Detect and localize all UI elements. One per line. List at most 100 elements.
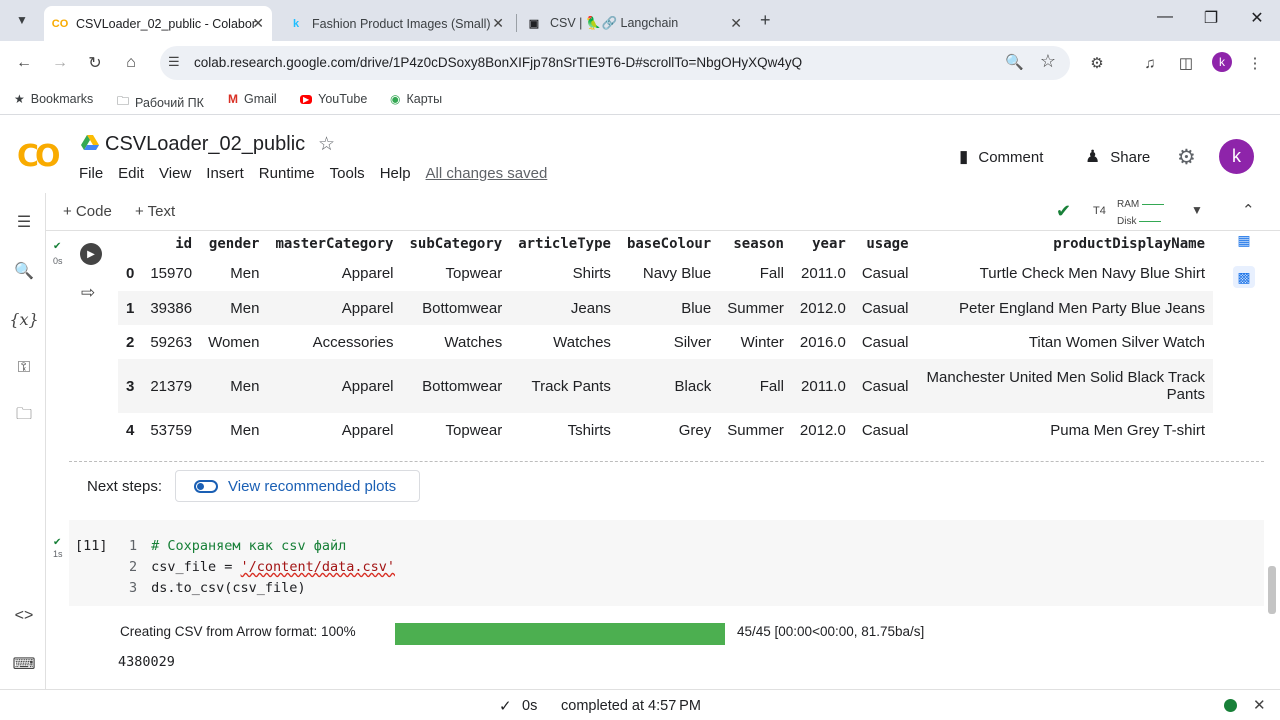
menu-file[interactable]: File [79, 165, 103, 182]
table-of-contents-icon[interactable]: ☰ [12, 210, 36, 234]
command-palette-icon[interactable]: ⌨ [12, 652, 36, 676]
add-text-button[interactable]: + Text [135, 203, 175, 220]
forward-icon[interactable]: → [48, 51, 72, 75]
table-cell: Grey [678, 421, 712, 439]
add-code-button[interactable]: + Code [63, 203, 112, 220]
bookmark-item[interactable]: 🗀 Рабочий ПК [117, 92, 204, 113]
tab-title: Fashion Product Images (Small) [312, 16, 491, 31]
close-status-icon[interactable]: ✕ [1253, 696, 1266, 714]
folder-icon: 🗀 [117, 94, 130, 108]
tab-langchain[interactable]: ▣ CSV | 🦜🔗 Langchain ✕ [518, 6, 750, 41]
column-header: masterCategory [275, 235, 394, 252]
toggle-icon [194, 479, 218, 493]
collapse-header-icon[interactable]: ⌃ [1242, 201, 1255, 219]
files-folder-icon[interactable]: 🗀 [12, 404, 36, 428]
table-cell: Puma Men Grey T-shirt [1050, 421, 1205, 439]
colab-logo[interactable]: CO [17, 139, 60, 174]
gmail-icon: M [228, 92, 238, 106]
status-duration: 0s [522, 698, 538, 714]
table-row: 3 21379 Men Apparel Bottomwear Track Pants Bla… [118, 359, 1213, 413]
bookmark-label: Рабочий ПК [135, 95, 204, 110]
star-notebook-icon[interactable]: ☆ [318, 133, 335, 156]
connection-status-icon[interactable] [1224, 699, 1237, 712]
browser-profile-avatar[interactable]: k [1212, 52, 1232, 72]
menu-help[interactable]: Help [380, 165, 411, 182]
secrets-key-icon[interactable]: ⚿ [12, 356, 36, 380]
menu-bar: File Edit View Insert Runtime Tools Help… [79, 165, 562, 182]
zoom-icon[interactable]: 🔍 [1005, 53, 1024, 71]
table-row: 0 15970 Men Apparel Topwear Shirts Navy Blue Fa… [118, 256, 1213, 291]
menu-tools[interactable]: Tools [330, 165, 365, 182]
run-cell-button[interactable]: ▶ [80, 243, 102, 265]
column-header: baseColour [626, 235, 712, 252]
tab-search-icon[interactable]: ▼ [12, 10, 32, 30]
table-cell: 53759 [150, 421, 193, 439]
menu-runtime[interactable]: Runtime [259, 165, 315, 182]
menu-insert[interactable]: Insert [206, 165, 244, 182]
column-header [118, 231, 142, 256]
status-bar: ✓ 0s completed at 4:57 PM ✕ [0, 689, 1280, 720]
table-cell: Silver [673, 333, 712, 351]
save-status[interactable]: All changes saved [426, 165, 548, 182]
variables-icon[interactable]: {x} [9, 307, 38, 331]
new-tab-icon[interactable]: + [760, 10, 771, 31]
notebook-title[interactable]: CSVLoader_02_public [105, 133, 305, 156]
table-cell: Titan Women Silver Watch [1028, 333, 1205, 351]
table-cell: Apparel [267, 291, 402, 325]
menu-view[interactable]: View [159, 165, 191, 182]
suggest-charts-icon[interactable]: ▩ [1233, 266, 1255, 288]
close-tab-icon[interactable]: ✕ [492, 15, 504, 32]
site-info-icon[interactable]: ☰ [168, 54, 180, 70]
code-snippets-icon[interactable]: <> [12, 604, 36, 628]
status-check-icon: ✓ [499, 698, 512, 715]
menu-edit[interactable]: Edit [118, 165, 144, 182]
address-bar[interactable]: ☰ colab.research.google.com/drive/1P4z0c… [160, 46, 1070, 80]
extensions-icon[interactable]: ⚙ [1086, 52, 1108, 74]
interactive-table-icon[interactable]: ▦ [1233, 231, 1255, 251]
account-avatar[interactable]: k [1219, 139, 1254, 174]
settings-gear-icon[interactable]: ⚙ [1177, 145, 1196, 170]
progress-bar [395, 623, 725, 645]
column-header: subCategory [409, 235, 503, 252]
scrollbar-thumb[interactable] [1268, 566, 1276, 614]
tab-colab[interactable]: CO CSVLoader_02_public - Colabor ✕ [44, 6, 272, 41]
browser-menu-icon[interactable]: ⋮ [1244, 52, 1266, 74]
close-tab-icon[interactable]: ✕ [252, 15, 264, 32]
exec-time: 1s [53, 549, 63, 559]
back-icon[interactable]: ← [12, 51, 36, 75]
side-panel-icon[interactable]: ◫ [1175, 52, 1197, 74]
restore-icon[interactable]: ❐ [1196, 8, 1226, 28]
minimize-icon[interactable]: — [1150, 8, 1180, 26]
table-cell: Shirts [572, 265, 611, 282]
progress-stats: 45/45 [00:00<00:00, 81.75ba/s] [737, 624, 925, 639]
code-editor[interactable]: 1 # Сохраняем как csv файл 2 csv_file = … [129, 536, 395, 599]
youtube-icon: ▶ [300, 94, 313, 104]
bookmark-item[interactable]: M Gmail [228, 92, 277, 106]
row-index: 3 [118, 359, 143, 413]
status-text: completed at 4:57 PM [561, 698, 701, 714]
star-icon: ★ [14, 92, 25, 106]
table-cell: Casual [853, 359, 917, 413]
view-recommended-plots-button[interactable]: View recommended plots [175, 470, 420, 502]
resource-monitor[interactable]: RAM Disk [1117, 196, 1165, 230]
reload-icon[interactable]: ↻ [83, 51, 107, 75]
google-drive-icon[interactable] [81, 135, 99, 151]
table-cell: 39386 [142, 291, 201, 325]
share-button[interactable]: ♟ Share [1085, 147, 1150, 167]
runtime-type[interactable]: T4 [1093, 205, 1106, 217]
runtime-dropdown-icon[interactable]: ▼ [1191, 203, 1203, 217]
tab-kaggle[interactable]: k Fashion Product Images (Small) ✕ [280, 6, 512, 41]
output-actions-icon[interactable]: ⇨ [81, 283, 95, 303]
bookmark-item[interactable]: ★ Bookmarks [14, 92, 93, 106]
table-cell: Watches [553, 333, 611, 351]
comment-icon: ▮ [959, 147, 969, 166]
close-window-icon[interactable]: ✕ [1242, 8, 1272, 28]
bookmark-star-icon[interactable]: ☆ [1040, 51, 1056, 72]
search-icon[interactable]: 🔍 [12, 259, 36, 283]
media-control-icon[interactable]: ♫ [1139, 52, 1161, 74]
close-tab-icon[interactable]: ✕ [730, 15, 742, 32]
home-icon[interactable]: ⌂ [119, 51, 143, 75]
bookmark-item[interactable]: ▶ YouTube [300, 92, 367, 106]
comment-button[interactable]: ▮ Comment [959, 147, 1043, 167]
bookmark-item[interactable]: ◉ Карты [390, 92, 442, 106]
